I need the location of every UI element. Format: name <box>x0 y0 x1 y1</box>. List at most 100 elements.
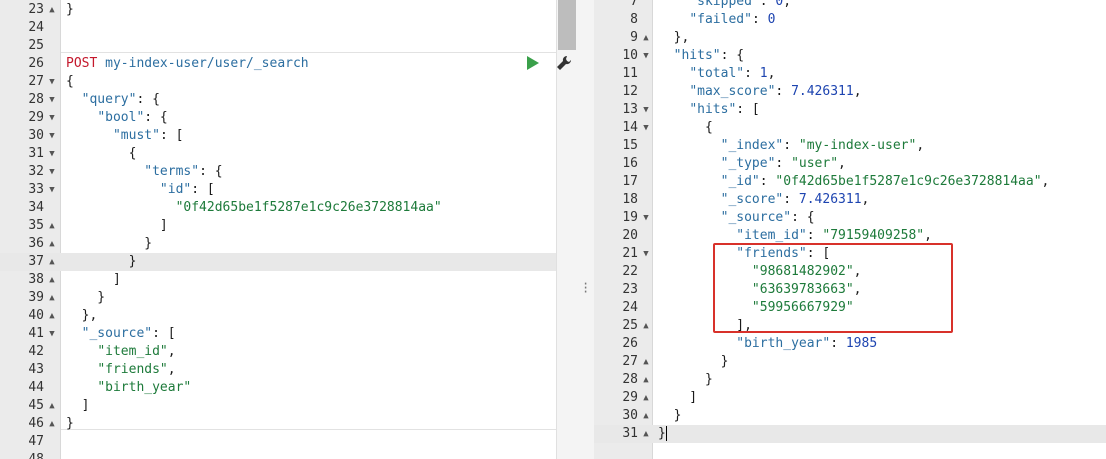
code-text: "_source": [ <box>81 326 176 341</box>
fold-open-icon[interactable]: ▼ <box>641 209 651 227</box>
fold-close-icon[interactable]: ▲ <box>641 353 651 371</box>
fold-close-icon[interactable]: ▲ <box>47 397 57 415</box>
code-line[interactable]: 18 "_score": 7.426311, <box>594 191 1106 209</box>
fold-close-icon[interactable]: ▲ <box>641 407 651 425</box>
code-line[interactable]: 30 ▲ } <box>594 407 1106 425</box>
fold-close-icon[interactable]: ▲ <box>641 425 651 443</box>
fold-open-icon[interactable]: ▼ <box>47 181 57 199</box>
code-line[interactable]: 15 "_index": "my-index-user", <box>594 137 1106 155</box>
code-text: "skipped": 0, <box>689 0 792 9</box>
code-line[interactable]: 33 ▼ "id": [ <box>0 181 556 199</box>
line-number: 37 <box>28 254 44 269</box>
code-line[interactable]: 36 ▲ } <box>0 235 556 253</box>
fold-close-icon[interactable]: ▲ <box>47 271 57 289</box>
fold-close-icon[interactable]: ▲ <box>47 415 57 433</box>
code-line[interactable]: 10 ▼ "hits": { <box>594 47 1106 65</box>
fold-open-icon[interactable]: ▼ <box>47 145 57 163</box>
fold-open-icon[interactable]: ▼ <box>47 163 57 181</box>
code-line[interactable]: 37 ▲ } <box>0 253 556 271</box>
fold-open-icon[interactable]: ▼ <box>47 109 57 127</box>
fold-open-icon[interactable]: ▼ <box>641 101 651 119</box>
fold-open-icon[interactable]: ▼ <box>641 245 651 263</box>
code-line[interactable]: 26 "birth_year": 1985 <box>594 335 1106 353</box>
line-number: 7 <box>630 0 638 9</box>
code-line[interactable]: 7 "skipped": 0, <box>594 0 1106 11</box>
code-line[interactable]: 11 "total": 1, <box>594 65 1106 83</box>
code-line[interactable]: 46 ▲} <box>0 415 556 433</box>
fold-close-icon[interactable]: ▲ <box>47 1 57 19</box>
code-line[interactable]: 16 "_type": "user", <box>594 155 1106 173</box>
code-line[interactable]: 19 ▼ "_source": { <box>594 209 1106 227</box>
fold-close-icon[interactable]: ▲ <box>641 29 651 47</box>
code-line[interactable]: 28 ▲ } <box>594 371 1106 389</box>
fold-close-icon[interactable]: ▲ <box>47 307 57 325</box>
code-line[interactable]: 42 "item_id", <box>0 343 556 361</box>
code-line[interactable]: 48 <box>0 451 556 459</box>
code-line[interactable]: 28 ▼ "query": { <box>0 91 556 109</box>
code-line[interactable]: 47 <box>0 433 556 451</box>
line-number: 40 <box>28 308 44 323</box>
code-line[interactable]: 27 ▼ { <box>0 73 556 91</box>
fold-open-icon[interactable]: ▼ <box>641 47 651 65</box>
text-cursor <box>665 426 667 441</box>
code-line[interactable]: 31 ▲} <box>594 425 1106 443</box>
code-text: ] <box>66 218 168 233</box>
fold-close-icon[interactable]: ▲ <box>47 253 57 271</box>
code-line[interactable]: 29 ▼ "bool": { <box>0 109 556 127</box>
code-line[interactable]: 39 ▲ } <box>0 289 556 307</box>
code-line[interactable]: 26 POST my-index-user/user/_search <box>0 55 556 73</box>
scrollbar-thumb[interactable] <box>558 0 576 50</box>
fold-open-icon[interactable]: ▼ <box>47 73 57 91</box>
code-text: "friends", <box>97 362 176 377</box>
fold-open-icon[interactable]: ▼ <box>47 91 57 109</box>
code-line[interactable]: 17 "_id": "0f42d65be1f5287e1c9c26e372881… <box>594 173 1106 191</box>
code-line[interactable]: 12 "max_score": 7.426311, <box>594 83 1106 101</box>
line-number: 32 <box>28 164 44 179</box>
code-line[interactable]: 31 ▼ { <box>0 145 556 163</box>
fold-close-icon[interactable]: ▲ <box>641 389 651 407</box>
request-editor[interactable]: 23 ▲} 24 25 26 POST my-index-user/user/_searc… <box>0 0 556 459</box>
run-request-icon[interactable] <box>527 56 539 70</box>
line-number: 11 <box>622 66 638 81</box>
code-line[interactable]: 30 ▼ "must": [ <box>0 127 556 145</box>
line-number: 24 <box>28 20 44 35</box>
code-line[interactable]: 38 ▲ ] <box>0 271 556 289</box>
fold-close-icon[interactable]: ▲ <box>47 235 57 253</box>
line-number: 20 <box>622 228 638 243</box>
code-line[interactable]: 9 ▲ }, <box>594 29 1106 47</box>
drag-handle-icon[interactable]: · · · <box>582 278 589 298</box>
fold-open-icon[interactable]: ▼ <box>47 127 57 145</box>
code-text: } <box>658 408 682 423</box>
fold-close-icon[interactable]: ▲ <box>641 371 651 389</box>
line-number: 27 <box>28 74 44 89</box>
line-number: 39 <box>28 290 44 305</box>
code-line[interactable]: 25 <box>0 37 556 55</box>
code-line[interactable]: 35 ▲ ] <box>0 217 556 235</box>
code-line[interactable]: 27 ▲ } <box>594 353 1106 371</box>
code-line[interactable]: 14 ▼ { <box>594 119 1106 137</box>
fold-open-icon[interactable]: ▼ <box>641 119 651 137</box>
code-line[interactable]: 34 "0f42d65be1f5287e1c9c26e3728814aa" <box>0 199 556 217</box>
code-line[interactable]: 43 "friends", <box>0 361 556 379</box>
fold-open-icon[interactable]: ▼ <box>47 325 57 343</box>
line-number: 31 <box>622 426 638 441</box>
code-line[interactable]: 23 ▲} <box>0 1 556 19</box>
wrench-icon[interactable] <box>554 53 574 73</box>
code-line[interactable]: 45 ▲ ] <box>0 397 556 415</box>
code-text: "_id": "0f42d65be1f5287e1c9c26e3728814aa… <box>720 174 1050 189</box>
fold-close-icon[interactable]: ▲ <box>641 317 651 335</box>
code-line[interactable]: 13 ▼ "hits": [ <box>594 101 1106 119</box>
line-number: 16 <box>622 156 638 171</box>
line-number: 34 <box>28 200 44 215</box>
fold-close-icon[interactable]: ▲ <box>47 217 57 235</box>
code-line[interactable]: 24 <box>0 19 556 37</box>
response-viewer[interactable]: 7 "skipped": 0, 8 "failed": 0 9 ▲ }, 10 ▼ "hi… <box>594 0 1106 459</box>
code-line[interactable]: 44 "birth_year" <box>0 379 556 397</box>
code-text: ] <box>66 398 90 413</box>
fold-close-icon[interactable]: ▲ <box>47 289 57 307</box>
code-line[interactable]: 41 ▼ "_source": [ <box>0 325 556 343</box>
code-line[interactable]: 40 ▲ }, <box>0 307 556 325</box>
code-line[interactable]: 32 ▼ "terms": { <box>0 163 556 181</box>
code-line[interactable]: 29 ▲ ] <box>594 389 1106 407</box>
code-line[interactable]: 8 "failed": 0 <box>594 11 1106 29</box>
